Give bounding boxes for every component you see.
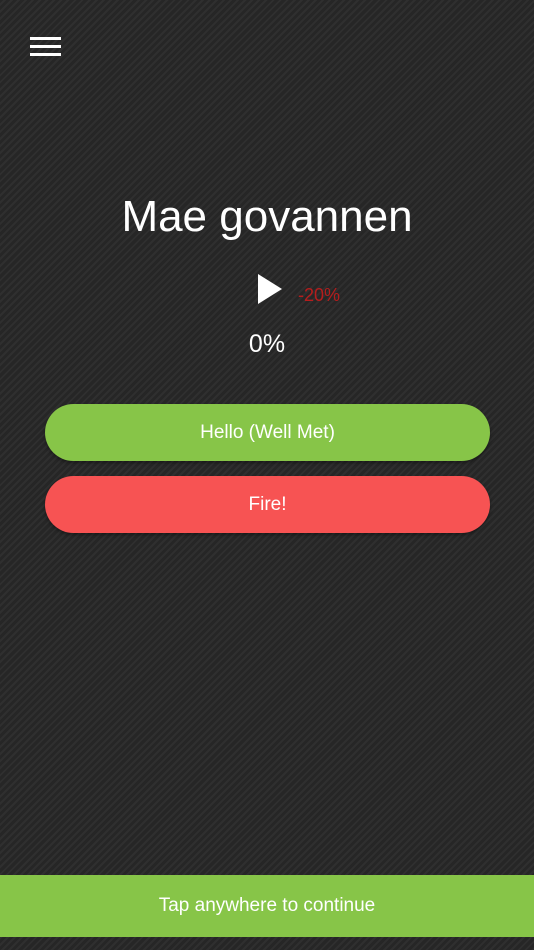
- answer-button-label: Hello (Well Met): [200, 421, 335, 443]
- progress-percent: 0%: [248, 330, 286, 358]
- hamburger-menu-icon: [30, 37, 61, 40]
- answer-button-label: Fire!: [248, 493, 287, 515]
- continue-label: Tap anywhere to continue: [158, 895, 376, 916]
- hamburger-menu-icon-bar: [30, 45, 61, 48]
- answer-button-fire[interactable]: Fire!: [45, 476, 490, 533]
- hamburger-menu-icon-bar: [30, 53, 61, 56]
- play-icon: [258, 274, 282, 304]
- continue-bar[interactable]: Tap anywhere to continue: [0, 875, 534, 937]
- phrase-title: Mae govannen: [121, 192, 413, 241]
- playback-speed-label[interactable]: -20%: [298, 285, 340, 306]
- menu-button[interactable]: [30, 34, 62, 60]
- play-button[interactable]: [254, 272, 284, 306]
- answer-button-hello[interactable]: Hello (Well Met): [45, 404, 490, 461]
